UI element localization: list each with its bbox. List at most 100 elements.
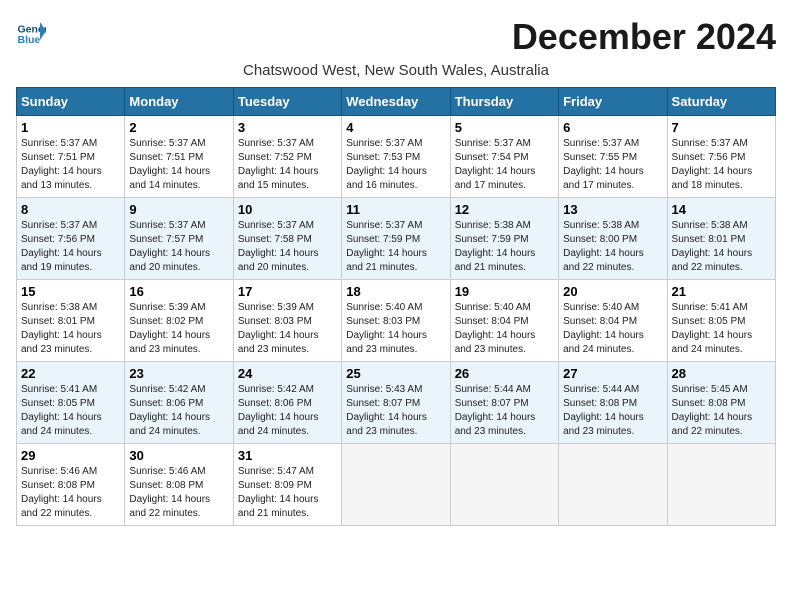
- day-info: Sunrise: 5:40 AMSunset: 8:03 PMDaylight:…: [346, 301, 445, 357]
- weekday-tuesday: Tuesday: [233, 88, 341, 116]
- day-number: 2: [129, 120, 228, 135]
- weekday-saturday: Saturday: [667, 88, 775, 116]
- day-info: Sunrise: 5:37 AMSunset: 7:56 PMDaylight:…: [672, 137, 771, 193]
- calendar-day-30: 30 Sunrise: 5:46 AMSunset: 8:08 PMDayligh…: [125, 444, 233, 526]
- empty-cell: [559, 444, 667, 526]
- day-number: 15: [21, 284, 120, 299]
- empty-cell: [667, 444, 775, 526]
- calendar-day-12: 12 Sunrise: 5:38 AMSunset: 7:59 PMDayligh…: [450, 198, 558, 280]
- calendar-day-4: 4 Sunrise: 5:37 AMSunset: 7:53 PMDaylight…: [342, 116, 450, 198]
- day-info: Sunrise: 5:44 AMSunset: 8:08 PMDaylight:…: [563, 383, 662, 439]
- day-info: Sunrise: 5:37 AMSunset: 7:55 PMDaylight:…: [563, 137, 662, 193]
- weekday-monday: Monday: [125, 88, 233, 116]
- day-info: Sunrise: 5:40 AMSunset: 8:04 PMDaylight:…: [455, 301, 554, 357]
- calendar-day-14: 14 Sunrise: 5:38 AMSunset: 8:01 PMDayligh…: [667, 198, 775, 280]
- day-info: Sunrise: 5:39 AMSunset: 8:02 PMDaylight:…: [129, 301, 228, 357]
- calendar-day-7: 7 Sunrise: 5:37 AMSunset: 7:56 PMDaylight…: [667, 116, 775, 198]
- day-number: 6: [563, 120, 662, 135]
- day-info: Sunrise: 5:42 AMSunset: 8:06 PMDaylight:…: [238, 383, 337, 439]
- day-info: Sunrise: 5:47 AMSunset: 8:09 PMDaylight:…: [238, 465, 337, 521]
- calendar-day-22: 22Sunrise: 5:41 AMSunset: 8:05 PMDayligh…: [17, 362, 125, 444]
- day-number: 18: [346, 284, 445, 299]
- calendar-day-9: 9 Sunrise: 5:37 AMSunset: 7:57 PMDaylight…: [125, 198, 233, 280]
- day-number: 5: [455, 120, 554, 135]
- day-number: 11: [346, 202, 445, 217]
- day-number: 14: [672, 202, 771, 217]
- weekday-wednesday: Wednesday: [342, 88, 450, 116]
- day-number: 28: [672, 366, 771, 381]
- weekday-friday: Friday: [559, 88, 667, 116]
- svg-text:Blue: Blue: [18, 34, 41, 46]
- day-info: Sunrise: 5:41 AMSunset: 8:05 PMDaylight:…: [21, 383, 120, 439]
- day-info: Sunrise: 5:41 AMSunset: 8:05 PMDaylight:…: [672, 301, 771, 357]
- day-info: Sunrise: 5:37 AMSunset: 7:53 PMDaylight:…: [346, 137, 445, 193]
- day-info: Sunrise: 5:39 AMSunset: 8:03 PMDaylight:…: [238, 301, 337, 357]
- day-number: 12: [455, 202, 554, 217]
- logo: General Blue: [16, 16, 48, 46]
- calendar-day-29: 29Sunrise: 5:46 AMSunset: 8:08 PMDayligh…: [17, 444, 125, 526]
- page-header: General Blue December 2024: [16, 16, 776, 58]
- calendar-day-23: 23Sunrise: 5:42 AMSunset: 8:06 PMDayligh…: [125, 362, 233, 444]
- logo-icon: General Blue: [16, 16, 46, 46]
- weekday-thursday: Thursday: [450, 88, 558, 116]
- day-number: 23: [129, 366, 228, 381]
- day-info: Sunrise: 5:37 AMSunset: 7:54 PMDaylight:…: [455, 137, 554, 193]
- calendar-day-8: 8Sunrise: 5:37 AMSunset: 7:56 PMDaylight…: [17, 198, 125, 280]
- day-info: Sunrise: 5:38 AMSunset: 8:01 PMDaylight:…: [672, 219, 771, 275]
- day-number: 19: [455, 284, 554, 299]
- day-info: Sunrise: 5:37 AMSunset: 7:56 PMDaylight:…: [21, 219, 120, 275]
- day-info: Sunrise: 5:40 AMSunset: 8:04 PMDaylight:…: [563, 301, 662, 357]
- calendar-day-19: 19 Sunrise: 5:40 AMSunset: 8:04 PMDayligh…: [450, 280, 558, 362]
- calendar-day-21: 21Sunrise: 5:41 AMSunset: 8:05 PMDayligh…: [667, 280, 775, 362]
- empty-cell: [342, 444, 450, 526]
- calendar-day-24: 24Sunrise: 5:42 AMSunset: 8:06 PMDayligh…: [233, 362, 341, 444]
- calendar-day-13: 13Sunrise: 5:38 AMSunset: 8:00 PMDayligh…: [559, 198, 667, 280]
- calendar-day-27: 27 Sunrise: 5:44 AMSunset: 8:08 PMDayligh…: [559, 362, 667, 444]
- day-number: 3: [238, 120, 337, 135]
- calendar-day-18: 18 Sunrise: 5:40 AMSunset: 8:03 PMDayligh…: [342, 280, 450, 362]
- day-info: Sunrise: 5:43 AMSunset: 8:07 PMDaylight:…: [346, 383, 445, 439]
- calendar-day-28: 28Sunrise: 5:45 AMSunset: 8:08 PMDayligh…: [667, 362, 775, 444]
- calendar-day-10: 10 Sunrise: 5:37 AMSunset: 7:58 PMDayligh…: [233, 198, 341, 280]
- calendar-day-11: 11 Sunrise: 5:37 AMSunset: 7:59 PMDayligh…: [342, 198, 450, 280]
- empty-cell: [450, 444, 558, 526]
- day-number: 17: [238, 284, 337, 299]
- calendar-week-1: 1 Sunrise: 5:37 AMSunset: 7:51 PMDaylight…: [17, 116, 776, 198]
- day-number: 1: [21, 120, 120, 135]
- calendar-day-16: 16 Sunrise: 5:39 AMSunset: 8:02 PMDayligh…: [125, 280, 233, 362]
- day-info: Sunrise: 5:37 AMSunset: 7:51 PMDaylight:…: [129, 137, 228, 193]
- calendar-day-20: 20 Sunrise: 5:40 AMSunset: 8:04 PMDayligh…: [559, 280, 667, 362]
- day-number: 27: [563, 366, 662, 381]
- day-info: Sunrise: 5:37 AMSunset: 7:52 PMDaylight:…: [238, 137, 337, 193]
- day-number: 13: [563, 202, 662, 217]
- day-info: Sunrise: 5:38 AMSunset: 7:59 PMDaylight:…: [455, 219, 554, 275]
- day-number: 20: [563, 284, 662, 299]
- calendar-day-3: 3 Sunrise: 5:37 AMSunset: 7:52 PMDaylight…: [233, 116, 341, 198]
- day-number: 29: [21, 448, 120, 463]
- day-number: 10: [238, 202, 337, 217]
- calendar-week-4: 22Sunrise: 5:41 AMSunset: 8:05 PMDayligh…: [17, 362, 776, 444]
- day-number: 25: [346, 366, 445, 381]
- calendar-day-17: 17 Sunrise: 5:39 AMSunset: 8:03 PMDayligh…: [233, 280, 341, 362]
- month-title: December 2024: [512, 16, 776, 58]
- day-number: 30: [129, 448, 228, 463]
- calendar-day-31: 31Sunrise: 5:47 AMSunset: 8:09 PMDayligh…: [233, 444, 341, 526]
- day-info: Sunrise: 5:44 AMSunset: 8:07 PMDaylight:…: [455, 383, 554, 439]
- calendar-day-26: 26Sunrise: 5:44 AMSunset: 8:07 PMDayligh…: [450, 362, 558, 444]
- day-number: 9: [129, 202, 228, 217]
- calendar-day-1: 1 Sunrise: 5:37 AMSunset: 7:51 PMDaylight…: [17, 116, 125, 198]
- subtitle: Chatswood West, New South Wales, Austral…: [16, 62, 776, 79]
- calendar-week-2: 8Sunrise: 5:37 AMSunset: 7:56 PMDaylight…: [17, 198, 776, 280]
- day-info: Sunrise: 5:37 AMSunset: 7:58 PMDaylight:…: [238, 219, 337, 275]
- day-number: 7: [672, 120, 771, 135]
- day-info: Sunrise: 5:38 AMSunset: 8:01 PMDaylight:…: [21, 301, 120, 357]
- calendar-body: 1 Sunrise: 5:37 AMSunset: 7:51 PMDaylight…: [17, 116, 776, 526]
- day-info: Sunrise: 5:37 AMSunset: 7:57 PMDaylight:…: [129, 219, 228, 275]
- calendar-week-3: 15 Sunrise: 5:38 AMSunset: 8:01 PMDayligh…: [17, 280, 776, 362]
- calendar-day-5: 5 Sunrise: 5:37 AMSunset: 7:54 PMDaylight…: [450, 116, 558, 198]
- day-number: 16: [129, 284, 228, 299]
- day-info: Sunrise: 5:37 AMSunset: 7:51 PMDaylight:…: [21, 137, 120, 193]
- day-number: 4: [346, 120, 445, 135]
- day-info: Sunrise: 5:37 AMSunset: 7:59 PMDaylight:…: [346, 219, 445, 275]
- day-info: Sunrise: 5:46 AMSunset: 8:08 PMDaylight:…: [129, 465, 228, 521]
